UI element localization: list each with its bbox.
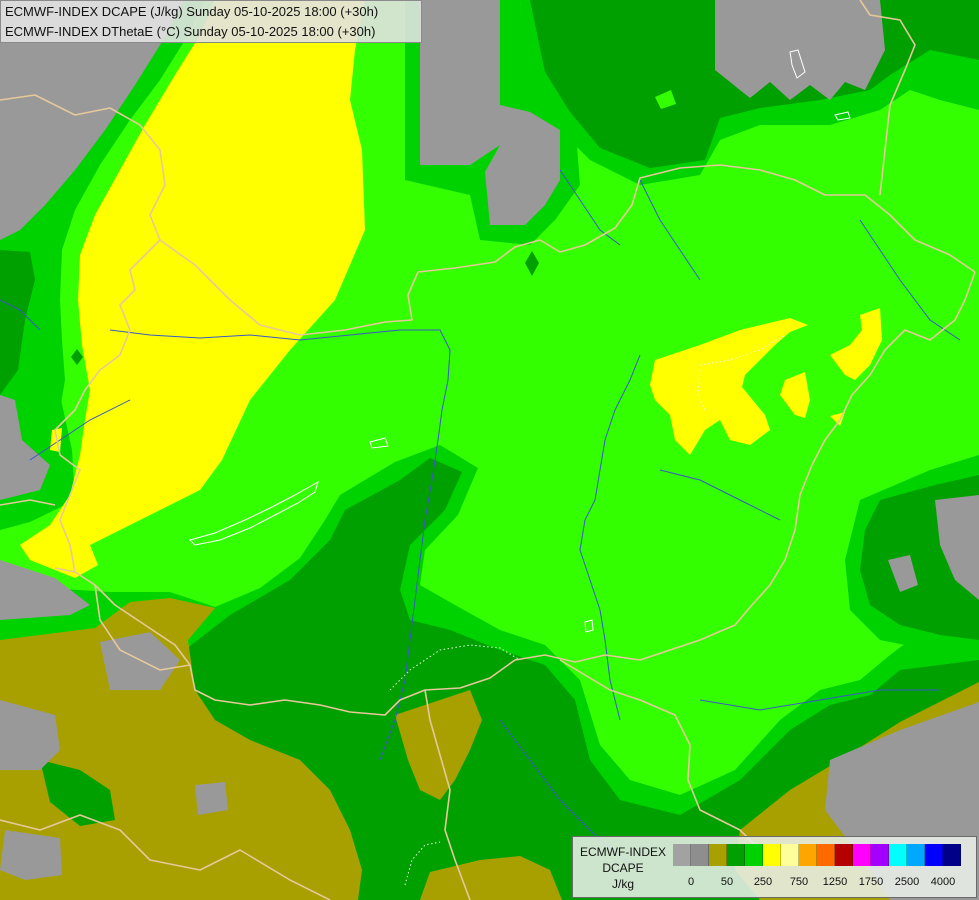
legend-swatch — [925, 844, 943, 866]
map-title-box: ECMWF-INDEX DCAPE (J/kg) Sunday 05-10-20… — [0, 0, 422, 43]
weather-map: ECMWF-INDEX DCAPE (J/kg) Sunday 05-10-20… — [0, 0, 979, 900]
legend-unit: J/kg — [611, 877, 634, 891]
legend-swatch — [835, 844, 853, 866]
legend-label: 50 — [720, 876, 734, 888]
legend-swatch — [817, 844, 835, 866]
dcape-area-gray-southwest-blob-3 — [195, 782, 228, 815]
map-title-dcape: ECMWF-INDEX DCAPE (J/kg) Sunday 05-10-20… — [5, 4, 379, 19]
legend-swatches — [673, 844, 961, 866]
legend-label: 1250 — [822, 876, 848, 888]
legend-swatch — [691, 844, 709, 866]
legend-swatch — [871, 844, 889, 866]
legend-swatch — [763, 844, 781, 866]
legend-label: 1750 — [858, 876, 884, 888]
legend-title-line1: ECMWF-INDEX — [580, 845, 666, 859]
legend-swatch — [745, 844, 763, 866]
color-legend: ECMWF-INDEX DCAPE J/kg 0 50 250 750 1250… — [572, 836, 977, 898]
legend-title-line2: DCAPE — [602, 861, 644, 875]
legend-swatch — [853, 844, 871, 866]
legend-swatch — [943, 844, 961, 866]
legend-swatch — [799, 844, 817, 866]
legend-swatch — [673, 844, 691, 866]
legend-label: 0 — [687, 876, 695, 888]
legend-label: 2500 — [894, 876, 920, 888]
legend-label: 4000 — [930, 876, 956, 888]
map-title-dthetae: ECMWF-INDEX DThetaE (°C) Sunday 05-10-20… — [5, 24, 376, 39]
dcape-area-gray-northeast — [715, 0, 885, 100]
legend-label: 750 — [789, 876, 809, 888]
dcape-map-canvas — [0, 0, 979, 900]
legend-label: 250 — [753, 876, 773, 888]
legend-swatch — [709, 844, 727, 866]
legend-swatch — [781, 844, 799, 866]
legend-swatch — [889, 844, 907, 866]
legend-swatch — [907, 844, 925, 866]
legend-swatch — [727, 844, 745, 866]
legend-title: ECMWF-INDEX DCAPE J/kg — [573, 844, 673, 892]
dcape-area-gray-southwest-blob-4 — [0, 830, 62, 880]
